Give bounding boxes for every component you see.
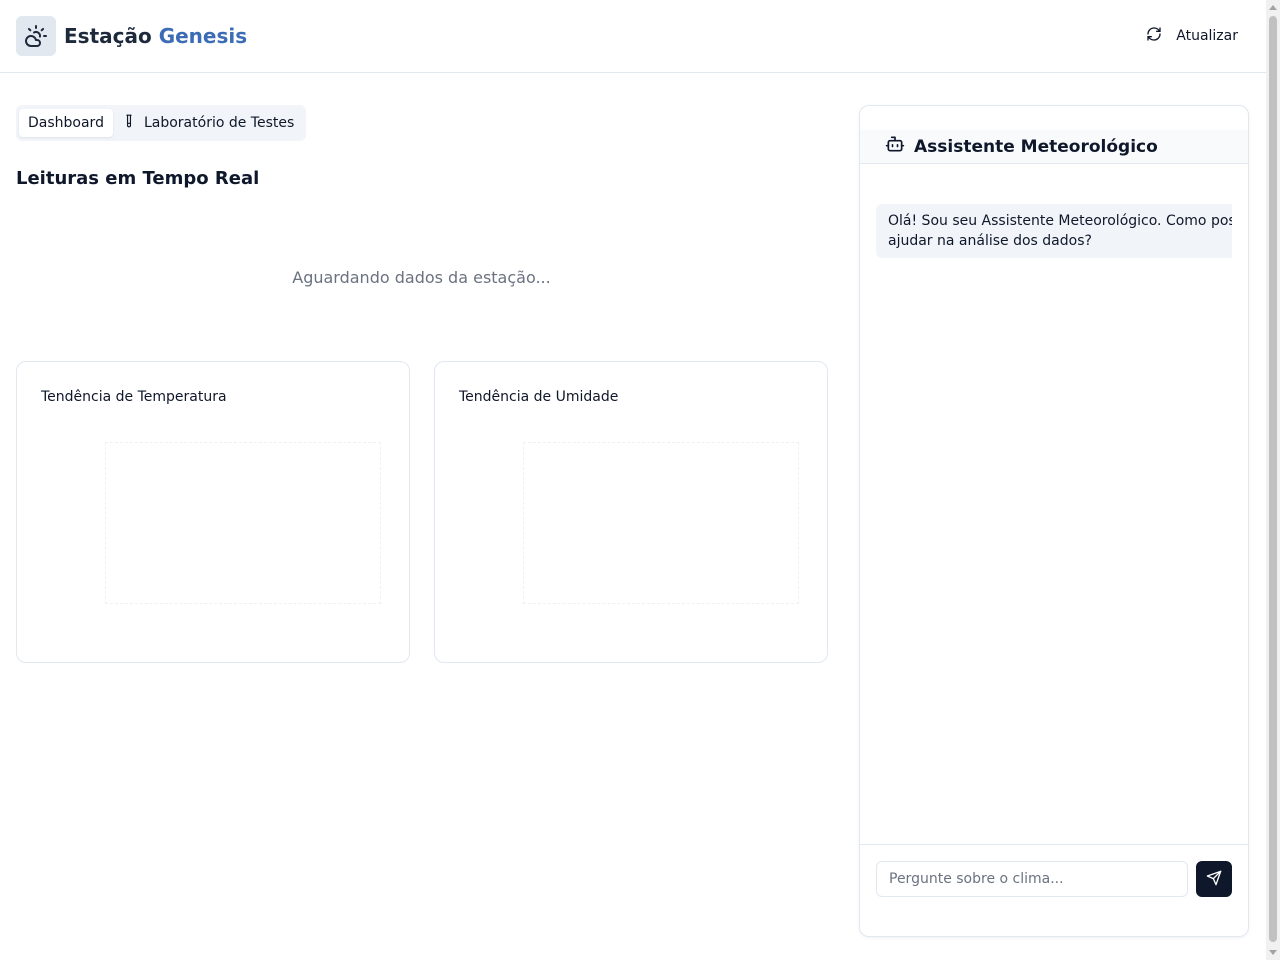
tab-list: Dashboard Laboratório de Testes (16, 105, 307, 141)
brand-name: Estação Genesis (64, 24, 247, 48)
flask-icon (122, 114, 136, 132)
chart-cards: Tendência de Temperatura Tendência de Um… (16, 361, 828, 663)
page-scrollbar[interactable] (1266, 0, 1280, 960)
assistant-panel: Assistente Meteorológico Olá! Sou seu As… (859, 105, 1249, 937)
assistant-title: Assistente Meteorológico (914, 136, 1158, 157)
tab-dashboard-label: Dashboard (28, 115, 104, 131)
chat-composer (860, 844, 1248, 936)
scroll-up-icon[interactable] (1269, 5, 1277, 10)
humidity-chart-area (523, 442, 799, 604)
waiting-message: Aguardando dados da estação... (292, 268, 551, 287)
temperature-chart-title: Tendência de Temperatura (41, 389, 227, 405)
brand: Estação Genesis (16, 16, 247, 56)
refresh-button[interactable]: Atualizar (1134, 18, 1248, 54)
cloud-sun-icon (16, 16, 56, 56)
tab-test-lab-label: Laboratório de Testes (143, 115, 295, 131)
humidity-chart-card: Tendência de Umidade (434, 361, 828, 663)
scroll-down-icon[interactable] (1269, 950, 1277, 955)
main-content: Dashboard Laboratório de Testes Leituras… (16, 105, 828, 663)
brand-accent: Genesis (158, 24, 248, 48)
send-icon (1206, 870, 1222, 889)
section-title: Leituras em Tempo Real (16, 168, 260, 189)
assistant-message: Olá! Sou seu Assistente Meteorológico. C… (876, 204, 1232, 258)
temperature-chart-card: Tendência de Temperatura (16, 361, 410, 663)
refresh-label: Atualizar (1176, 28, 1238, 44)
app-header: Estação Genesis Atualizar (0, 0, 1266, 73)
refresh-icon (1146, 26, 1162, 46)
message-list: Olá! Sou seu Assistente Meteorológico. C… (876, 204, 1232, 258)
scrollbar-thumb[interactable] (1269, 16, 1277, 942)
brand-prefix: Estação (64, 24, 152, 48)
temperature-chart-area (105, 442, 381, 604)
assistant-header: Assistente Meteorológico (860, 130, 1248, 164)
bot-icon (885, 134, 905, 159)
humidity-chart-title: Tendência de Umidade (459, 389, 619, 405)
chat-input[interactable] (876, 861, 1188, 897)
tab-dashboard[interactable]: Dashboard (19, 109, 113, 137)
send-button[interactable] (1196, 861, 1232, 897)
tab-test-lab[interactable]: Laboratório de Testes (113, 109, 303, 137)
